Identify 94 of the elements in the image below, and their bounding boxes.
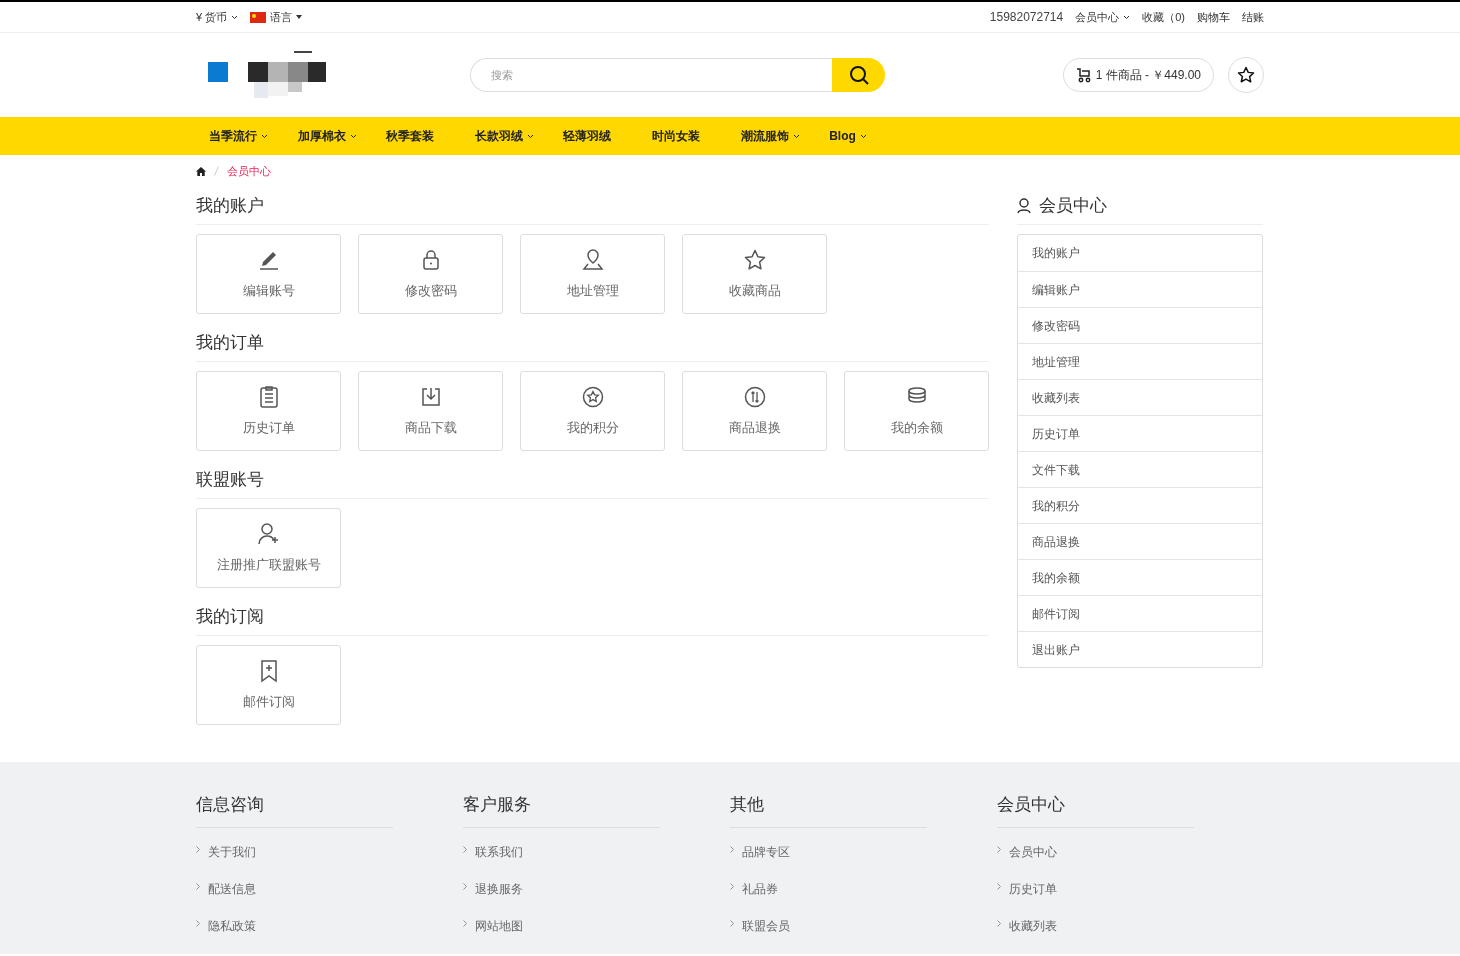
chevron-icon — [730, 920, 734, 927]
account-card[interactable]: 我的积分 — [520, 371, 665, 451]
chevron-icon — [196, 920, 200, 927]
footer-link[interactable]: 关于我们 — [208, 844, 256, 860]
sidebar-item[interactable]: 我的余额 — [1018, 559, 1262, 595]
footer-link[interactable]: 网站地图 — [475, 918, 523, 934]
chevron-icon — [463, 883, 467, 890]
caret-icon — [261, 133, 268, 139]
sidebar-item[interactable]: 退出账户 — [1018, 631, 1262, 667]
account-card[interactable]: 编辑账号 — [196, 234, 341, 314]
breadcrumb-separator — [214, 166, 219, 176]
footer-link[interactable]: 历史订单 — [1009, 881, 1057, 897]
section-heading: 联盟账号 — [196, 468, 264, 491]
location-pin-icon — [580, 247, 605, 272]
sidebar-item[interactable]: 编辑账户 — [1018, 271, 1262, 307]
section-heading: 我的账户 — [196, 194, 264, 217]
footer-link[interactable]: 礼品券 — [742, 881, 778, 897]
nav-link[interactable]: 长款羽绒 — [461, 127, 551, 145]
chevron-icon — [196, 883, 200, 890]
sidebar-item[interactable]: 我的账户 — [1018, 235, 1262, 271]
user-icon — [1017, 197, 1031, 214]
nav-link[interactable]: 时尚女装 — [638, 127, 728, 145]
phone-number: 15982072714 — [989, 9, 1064, 26]
chevron-icon — [196, 846, 200, 853]
footer-heading: 客户服务 — [463, 795, 531, 814]
sidebar-item[interactable]: 地址管理 — [1018, 343, 1262, 379]
exchange-icon — [742, 384, 767, 409]
footer-link[interactable]: 隐私政策 — [208, 918, 256, 934]
currency-dropdown[interactable]: ¥ 货币 — [196, 8, 239, 26]
footer-heading: 会员中心 — [997, 795, 1065, 814]
caret-icon — [349, 133, 357, 139]
account-card[interactable]: 我的余额 — [844, 371, 989, 451]
caret-icon — [526, 133, 534, 139]
nav-link[interactable]: 轻薄羽绒 — [550, 127, 639, 145]
flag-icon — [250, 11, 267, 23]
top-link[interactable]: 购物车 — [1197, 8, 1230, 26]
caret-icon — [1123, 14, 1131, 20]
footer-link[interactable]: 配送信息 — [208, 881, 256, 897]
caret-icon — [296, 15, 303, 19]
user-plus-icon — [256, 521, 281, 546]
chevron-icon — [730, 846, 734, 853]
account-card[interactable]: 地址管理 — [520, 234, 665, 314]
nav-link[interactable]: 当季流行 — [196, 127, 285, 145]
sidebar-item[interactable]: 历史订单 — [1018, 415, 1262, 451]
footer-link[interactable]: 退换服务 — [475, 881, 523, 897]
chevron-icon — [997, 846, 1001, 853]
footer-heading: 信息咨询 — [196, 795, 264, 814]
sidebar-item[interactable]: 商品退换 — [1018, 523, 1262, 559]
top-link[interactable]: 会员中心 — [1075, 8, 1131, 26]
breadcrumb-link[interactable]: 会员中心 — [227, 162, 271, 180]
footer-link[interactable]: 联盟会员 — [742, 918, 790, 934]
section-heading: 我的订阅 — [196, 605, 264, 628]
search-icon — [848, 65, 869, 85]
account-card[interactable]: 商品退换 — [682, 371, 827, 451]
star-icon — [1237, 66, 1255, 84]
account-card[interactable]: 邮件订阅 — [196, 645, 341, 725]
nav-link[interactable]: 加厚棉衣 — [284, 127, 374, 145]
section-heading: 我的订单 — [196, 331, 264, 354]
search-field[interactable]: 搜索 — [470, 58, 832, 92]
cart-icon — [1075, 67, 1092, 83]
sidebar-item[interactable]: 邮件订阅 — [1018, 595, 1262, 631]
account-card[interactable]: 注册推广联盟账号 — [196, 508, 341, 588]
language-dropdown[interactable]: 语言 — [250, 8, 303, 26]
account-card[interactable]: 修改密码 — [358, 234, 503, 314]
caret-icon — [792, 133, 800, 139]
footer-link[interactable]: 联系我们 — [475, 844, 523, 860]
sidebar-title: 会员中心 — [1039, 194, 1107, 217]
star-icon — [742, 247, 767, 272]
sidebar-item[interactable]: 我的积分 — [1018, 487, 1262, 523]
caret-icon — [231, 14, 239, 20]
top-link[interactable]: 收藏（0) — [1142, 8, 1185, 26]
chevron-icon — [463, 920, 467, 927]
nav-link[interactable]: Blog — [816, 127, 905, 145]
footer-heading: 其他 — [730, 795, 764, 814]
account-card[interactable]: 商品下载 — [358, 371, 503, 451]
top-link[interactable]: 结账 — [1242, 8, 1264, 26]
nav-link[interactable]: 秋季套装 — [373, 127, 462, 145]
chevron-icon — [997, 920, 1001, 927]
footer-link[interactable]: 会员中心 — [1009, 844, 1057, 860]
nav-link[interactable]: 潮流服饰 — [727, 127, 817, 145]
sidebar-item[interactable]: 文件下载 — [1018, 451, 1262, 487]
star-circle-icon — [580, 384, 605, 409]
footer-link[interactable]: 品牌专区 — [742, 844, 790, 860]
footer-link[interactable]: 收藏列表 — [1009, 918, 1057, 934]
chevron-icon — [730, 883, 734, 890]
account-card[interactable]: 历史订单 — [196, 371, 341, 451]
chevron-icon — [997, 883, 1001, 890]
home-icon[interactable] — [196, 166, 206, 176]
caret-icon — [859, 133, 867, 139]
sidebar-item[interactable]: 收藏列表 — [1018, 379, 1262, 415]
account-card[interactable]: 收藏商品 — [682, 234, 827, 314]
search-button[interactable] — [832, 58, 885, 92]
chevron-icon — [463, 846, 467, 853]
sidebar-item[interactable]: 修改密码 — [1018, 307, 1262, 343]
